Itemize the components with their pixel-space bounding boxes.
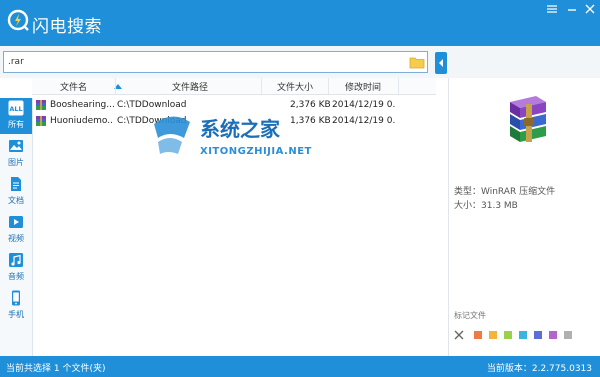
collapse-panel-button[interactable]	[435, 52, 447, 74]
tag-color-green[interactable]	[504, 331, 512, 339]
clear-tag-icon[interactable]	[454, 330, 464, 340]
tag-color-purple[interactable]	[549, 331, 557, 339]
winrar-file-icon	[36, 116, 46, 126]
watermark-logo: 系统之家 XITONGZHIJIA.NET	[154, 116, 312, 157]
sidebar-item-label: 音频	[8, 272, 24, 281]
selection-status: 当前共选择 1 个文件(夹)	[6, 364, 106, 374]
sidebar-item-videos[interactable]: 视频	[0, 212, 32, 248]
all-icon: ALL	[8, 100, 24, 116]
all-badge-text: ALL	[9, 105, 22, 113]
sidebar-item-audio[interactable]: 音频	[0, 250, 32, 286]
file-modified: 2014/12/19 0...	[332, 100, 396, 110]
file-modified: 2014/12/19 0...	[332, 116, 396, 126]
file-name: Booshearing...	[50, 100, 114, 110]
winrar-preview-icon	[510, 96, 546, 142]
tag-color-yellow[interactable]	[489, 331, 497, 339]
app-title: 闪电搜索	[32, 17, 102, 37]
title-bar: 闪电搜索	[0, 0, 600, 46]
minimize-icon	[568, 9, 576, 11]
sidebar-item-documents[interactable]: 文档	[0, 174, 32, 210]
tag-color-blue[interactable]	[534, 331, 542, 339]
tag-color-cyan[interactable]	[519, 331, 527, 339]
minimize-button[interactable]	[566, 4, 578, 14]
sidebar-item-label: 图片	[8, 158, 24, 167]
column-separator	[261, 78, 262, 94]
status-bar: 当前共选择 1 个文件(夹) 当前版本：2.2.775.0313	[0, 356, 600, 377]
column-modified-header[interactable]: 修改时间	[345, 80, 381, 93]
lightning-search-logo-icon	[7, 9, 29, 31]
file-name: Huoniudemo...	[50, 116, 114, 126]
category-sidebar: ALL 所有 图片 文档 视频 音频 手机	[0, 98, 33, 356]
audio-icon	[9, 253, 23, 267]
sidebar-item-label: 手机	[8, 310, 24, 319]
search-row	[0, 46, 600, 78]
column-separator	[398, 78, 399, 94]
close-button[interactable]	[584, 4, 596, 14]
sidebar-item-label: 文档	[8, 196, 24, 205]
watermark-title: 系统之家	[200, 117, 281, 141]
column-separator	[328, 78, 329, 94]
details-panel: 类型：WinRAR 压缩文件 大小：31.3 MB 标记文件	[448, 78, 600, 356]
column-name-header[interactable]: 文件名	[60, 80, 87, 93]
sidebar-item-label: 所有	[8, 120, 24, 129]
tag-color-orange[interactable]	[474, 331, 482, 339]
tag-section-title: 标记文件	[454, 311, 486, 320]
file-size-text: 大小：31.3 MB	[454, 201, 518, 211]
search-input[interactable]	[6, 53, 400, 71]
version-status: 当前版本：2.2.775.0313	[486, 364, 592, 374]
settings-menu-button[interactable]	[546, 4, 558, 14]
video-icon	[9, 216, 23, 228]
sidebar-item-label: 视频	[8, 234, 24, 243]
column-separator	[115, 78, 116, 94]
watermark-subtitle: XITONGZHIJIA.NET	[200, 146, 312, 157]
sidebar-item-all[interactable]: ALL 所有	[0, 98, 32, 134]
close-icon	[585, 4, 595, 14]
sidebar-item-phone[interactable]: 手机	[0, 288, 32, 324]
tag-color-gray[interactable]	[564, 331, 572, 339]
column-path-header[interactable]: 文件路径	[172, 80, 208, 93]
column-size-header[interactable]: 文件大小	[277, 80, 313, 93]
image-icon	[9, 140, 23, 152]
folder-icon[interactable]	[409, 55, 425, 69]
winrar-file-icon	[36, 100, 46, 110]
phone-icon	[12, 290, 20, 306]
chevron-left-icon	[439, 59, 443, 67]
search-box	[3, 51, 428, 73]
file-type-text: 类型：WinRAR 压缩文件	[454, 187, 556, 197]
menu-icon	[547, 5, 557, 13]
file-table-header: 文件名 文件路径 文件大小 修改时间	[32, 78, 436, 95]
sidebar-item-images[interactable]: 图片	[0, 136, 32, 172]
document-icon	[11, 177, 21, 191]
